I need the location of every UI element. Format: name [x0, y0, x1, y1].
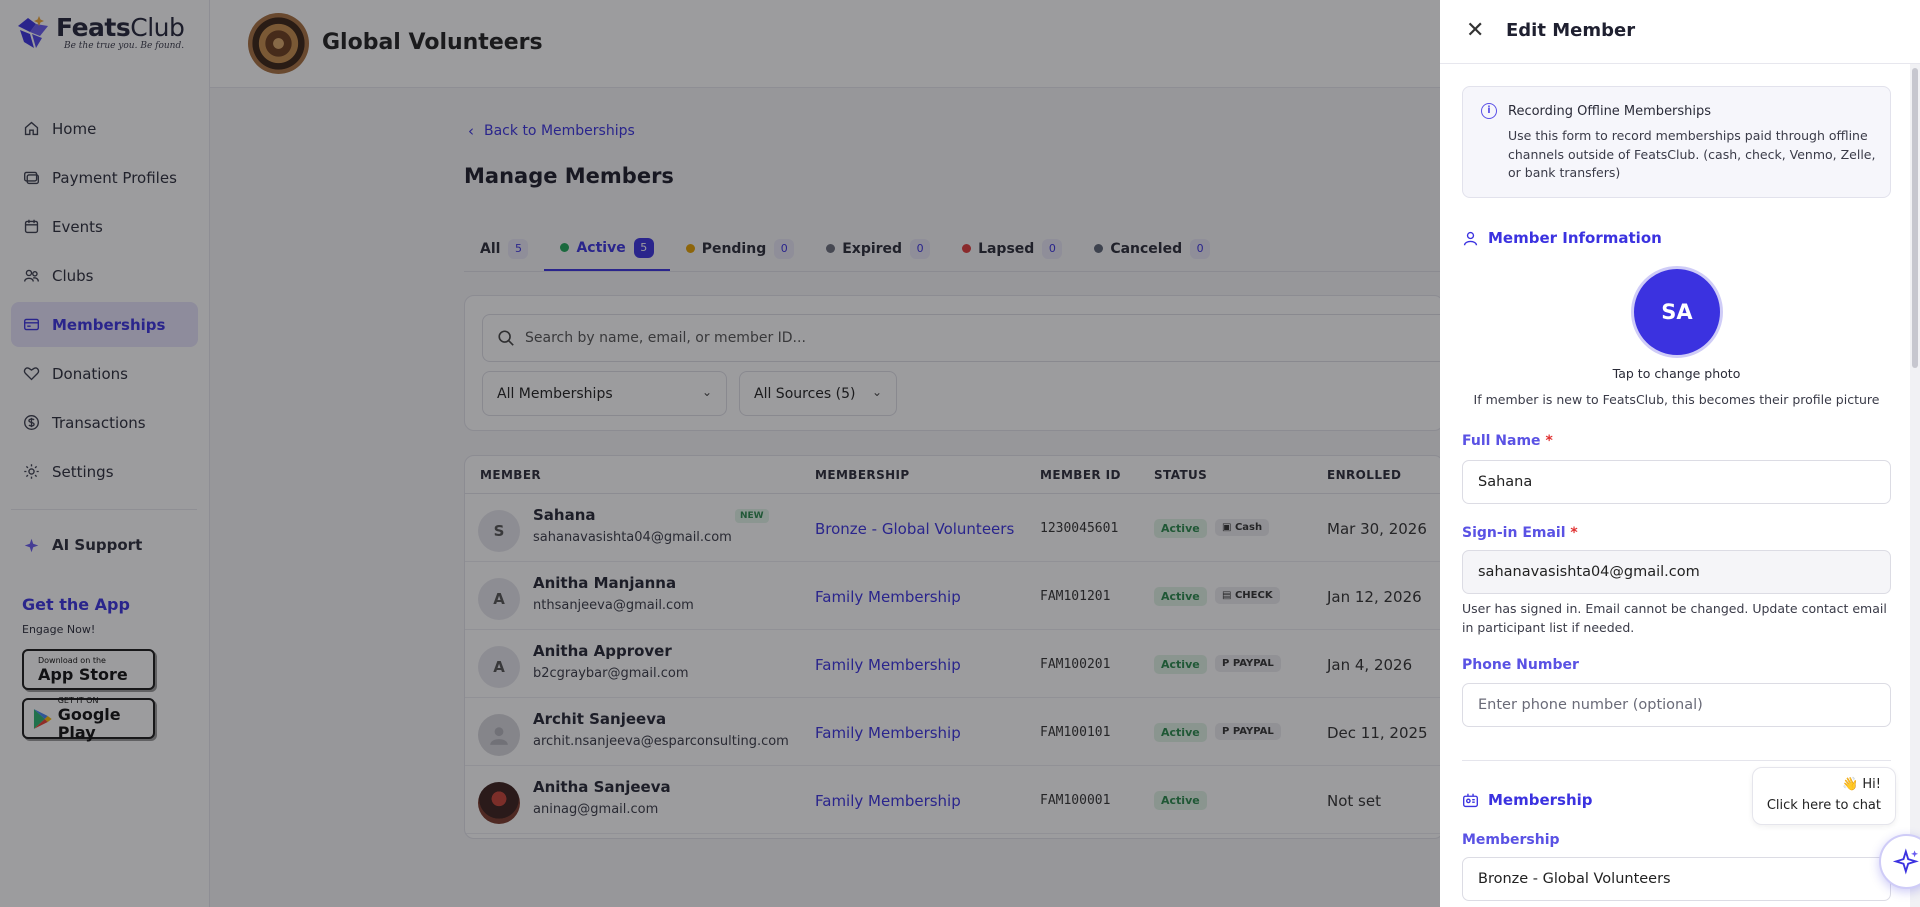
email-hint: User has signed in. Email cannot be chan… [1462, 601, 1887, 635]
offline-info-box: i Recording Offline Memberships Use this… [1462, 86, 1891, 198]
id-card-icon [1463, 793, 1478, 807]
info-text: Use this form to record memberships paid… [1508, 128, 1876, 180]
info-icon: i [1481, 103, 1497, 119]
membership-select[interactable] [1462, 857, 1891, 901]
close-icon[interactable]: ✕ [1466, 18, 1484, 43]
full-name-label: Full Name * [1462, 433, 1553, 449]
full-name-field[interactable] [1462, 460, 1891, 504]
sign-in-email-field[interactable] [1462, 550, 1891, 594]
chat-prompt[interactable]: 👋 Hi! Click here to chat [1752, 767, 1896, 825]
member-information-heading: Member Information [1462, 229, 1662, 247]
modal-backdrop[interactable] [0, 0, 1440, 907]
chat-greeting: 👋 Hi! [1842, 777, 1881, 792]
section-divider [1462, 760, 1891, 761]
sparkle-icon [1892, 847, 1919, 875]
phone-number-label: Phone Number [1462, 657, 1579, 673]
user-icon [1463, 231, 1478, 245]
tap-to-change-photo[interactable]: Tap to change photo [1462, 366, 1891, 381]
photo-note: If member is new to FeatsClub, this beco… [1473, 392, 1880, 407]
membership-heading: Membership [1462, 791, 1593, 809]
member-avatar-photo[interactable]: SA [1631, 266, 1723, 358]
drawer-scrollbar[interactable] [1910, 64, 1920, 907]
chat-text: Click here to chat [1766, 798, 1881, 813]
info-title: Recording Offline Memberships [1508, 104, 1712, 119]
phone-number-field[interactable] [1462, 683, 1891, 727]
scrollbar-thumb[interactable] [1912, 68, 1918, 368]
membership-label: Membership [1462, 832, 1560, 848]
drawer-title: Edit Member [1506, 20, 1636, 41]
drawer-header: ✕ Edit Member [1440, 0, 1920, 64]
sign-in-email-label: Sign-in Email * [1462, 525, 1578, 541]
